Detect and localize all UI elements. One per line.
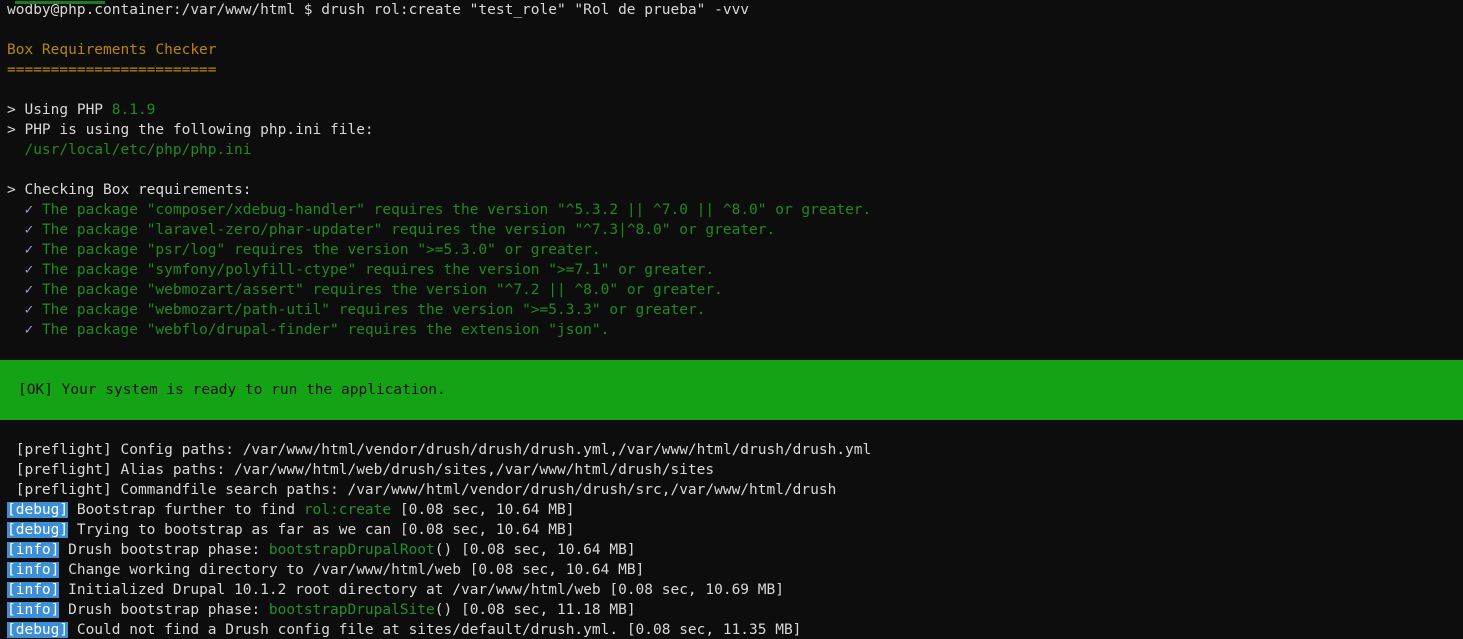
log-message-before: Drush bootstrap phase: <box>59 602 269 618</box>
terminal-window[interactable]: wodby@php.container:/var/www/html $ drus… <box>0 0 1463 639</box>
log-message-after: () [0.08 sec, 11.18 MB] <box>434 602 636 618</box>
preflight-line: [preflight] Config paths: /var/www/html/… <box>7 442 872 458</box>
shell-prompt-line[interactable]: wodby@php.container:/var/www/html $ drus… <box>7 0 1463 20</box>
php-version-prefix: > Using PHP <box>7 102 112 118</box>
requirement-text: The package "symfony/polyfill-ctype" req… <box>41 262 715 278</box>
requirement-row: ✓ The package "symfony/polyfill-ctype" r… <box>7 260 1463 280</box>
check-icon: ✓ <box>24 262 34 278</box>
status-banner-ok: [OK] Your system is ready to run the app… <box>0 360 1463 420</box>
log-message-before: Change working directory to /var/www/htm… <box>59 562 645 578</box>
scrollback-cutoff-rule <box>15 1 105 4</box>
box-checker-title: Box Requirements Checker <box>7 42 217 58</box>
requirement-indent <box>7 322 24 338</box>
requirement-text: The package "psr/log" requires the versi… <box>41 242 601 258</box>
log-message-highlight: bootstrapDrupalRoot <box>268 542 435 558</box>
requirement-row: ✓ The package "psr/log" requires the ver… <box>7 240 1463 260</box>
check-icon: ✓ <box>24 202 34 218</box>
box-checker-underline: ======================== <box>7 62 217 78</box>
log-message-highlight: bootstrapDrupalSite <box>268 602 435 618</box>
banner-top-padding <box>0 360 1463 380</box>
log-level-tag-debug: [debug] <box>7 622 69 638</box>
log-message-before: Could not find a Drush config file at si… <box>68 622 802 638</box>
requirement-row: ✓ The package "webmozart/assert" require… <box>7 280 1463 300</box>
requirement-gap <box>33 322 42 338</box>
requirement-indent <box>7 202 24 218</box>
requirement-text: The package "composer/xdebug-handler" re… <box>41 202 872 218</box>
requirement-row: ✓ The package "webflo/drupal-finder" req… <box>7 320 1463 340</box>
requirement-row: ✓ The package "composer/xdebug-handler" … <box>7 200 1463 220</box>
log-entry: [debug] Trying to bootstrap as far as we… <box>7 520 1463 540</box>
log-entry: [info] Drush bootstrap phase: bootstrapD… <box>7 540 1463 560</box>
log-message-highlight: rol:create <box>303 502 392 518</box>
check-icon: ✓ <box>24 302 34 318</box>
log-level-tag-info: [info] <box>7 542 60 558</box>
requirement-gap <box>33 222 42 238</box>
requirement-gap <box>33 302 42 318</box>
preflight-line: [preflight] Commandfile search paths: /v… <box>7 482 837 498</box>
log-level-tag-info: [info] <box>7 602 60 618</box>
terminal-output: wodby@php.container:/var/www/html $ drus… <box>0 0 1463 360</box>
requirement-indent <box>7 242 24 258</box>
log-level-tag-info: [info] <box>7 562 60 578</box>
requirement-indent <box>7 222 24 238</box>
log-message-before: Bootstrap further to find <box>68 502 304 518</box>
php-ini-line: > PHP is using the following php.ini fil… <box>7 122 374 138</box>
log-message-before: Drush bootstrap phase: <box>59 542 269 558</box>
requirement-indent <box>7 302 24 318</box>
requirement-gap <box>33 262 42 278</box>
requirement-text: The package "laravel-zero/phar-updater" … <box>41 222 776 238</box>
php-version-line: > Using PHP 8.1.9 <box>7 100 1463 120</box>
log-level-tag-debug: [debug] <box>7 502 69 518</box>
requirement-gap <box>33 282 42 298</box>
requirement-indent <box>7 262 24 278</box>
log-entry: [info] Initialized Drupal 10.1.2 root di… <box>7 580 1463 600</box>
checking-requirements-header: > Checking Box requirements: <box>7 182 252 198</box>
log-entry: [debug] Bootstrap further to find rol:cr… <box>7 500 1463 520</box>
log-message-after: () [0.08 sec, 10.64 MB] <box>434 542 636 558</box>
log-level-tag-debug: [debug] <box>7 522 69 538</box>
requirement-text: The package "webmozart/path-util" requir… <box>41 302 706 318</box>
check-icon: ✓ <box>24 282 34 298</box>
log-message-before: Trying to bootstrap as far as we can [0.… <box>68 522 575 538</box>
php-ini-path: /usr/local/etc/php/php.ini <box>7 142 252 158</box>
check-icon: ✓ <box>24 322 34 338</box>
log-message-after: [0.08 sec, 10.64 MB] <box>391 502 575 518</box>
requirement-gap <box>33 202 42 218</box>
requirement-text: The package "webflo/drupal-finder" requi… <box>41 322 610 338</box>
requirement-indent <box>7 282 24 298</box>
requirement-gap <box>33 242 42 258</box>
preflight-line: [preflight] Alias paths: /var/www/html/w… <box>7 462 715 478</box>
requirement-text: The package "webmozart/assert" requires … <box>41 282 723 298</box>
terminal-output-log: [preflight] Config paths: /var/www/html/… <box>0 420 1463 639</box>
php-version-value: 8.1.9 <box>111 102 156 118</box>
log-entry: [debug] Could not find a Drush config fi… <box>7 620 1463 639</box>
log-level-tag-info: [info] <box>7 582 60 598</box>
check-icon: ✓ <box>24 242 34 258</box>
log-entry: [info] Change working directory to /var/… <box>7 560 1463 580</box>
status-banner-text: [OK] Your system is ready to run the app… <box>18 382 446 398</box>
log-entry: [info] Drush bootstrap phase: bootstrapD… <box>7 600 1463 620</box>
log-message-before: Initialized Drupal 10.1.2 root directory… <box>59 582 784 598</box>
banner-bottom-padding <box>0 400 1463 420</box>
requirement-row: ✓ The package "laravel-zero/phar-updater… <box>7 220 1463 240</box>
requirement-row: ✓ The package "webmozart/path-util" requ… <box>7 300 1463 320</box>
check-icon: ✓ <box>24 222 34 238</box>
